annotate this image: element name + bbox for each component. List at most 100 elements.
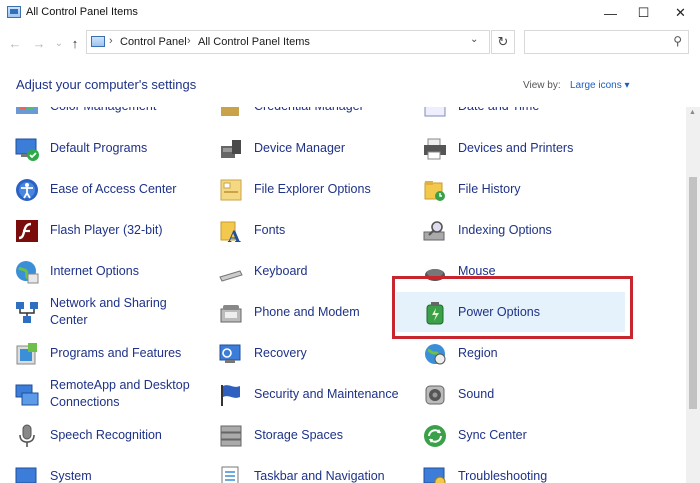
search-icon: ⚲	[673, 34, 682, 48]
item-label: Flash Player (32-bit)	[50, 222, 163, 237]
sync-icon	[424, 425, 446, 447]
item-credential-manager[interactable]: Credential Manager	[204, 107, 400, 126]
device-manager-icon	[221, 140, 241, 158]
item-programs-and-features[interactable]: Programs and Features	[0, 333, 196, 373]
system-icon	[15, 467, 37, 483]
item-label: File History	[458, 181, 521, 196]
item-troubleshooting[interactable]: Troubleshooting	[408, 456, 604, 483]
page-title: Adjust your computer's settings	[16, 77, 197, 92]
breadcrumb-control-panel[interactable]: Control Panel	[120, 36, 187, 48]
item-sync-center[interactable]: Sync Center	[408, 415, 604, 455]
back-button[interactable]: ←	[6, 34, 24, 52]
scroll-up-icon[interactable]: ▲	[689, 109, 696, 116]
item-label: Default Programs	[50, 140, 148, 155]
highlight-annotation	[392, 276, 633, 339]
minimize-button[interactable]: —	[594, 0, 627, 26]
color-management-icon	[16, 107, 38, 114]
breadcrumb-separator: ›	[109, 35, 113, 47]
item-sound[interactable]: Sound	[408, 374, 604, 414]
item-label: Recovery	[254, 345, 307, 360]
item-label: Date and Time	[458, 107, 608, 126]
item-default-programs[interactable]: Default Programs	[0, 128, 196, 168]
address-dropdown-icon[interactable]: ⌄	[470, 34, 478, 45]
item-file-explorer-options[interactable]: File Explorer Options	[204, 169, 400, 209]
default-programs-icon	[15, 138, 39, 161]
item-color-management[interactable]: Color Management	[0, 107, 196, 126]
item-label: RemoteApp and Desktop Connections	[50, 378, 190, 409]
folder-options-icon	[220, 179, 242, 201]
address-bar[interactable]: › Control Panel › All Control Panel Item…	[86, 30, 490, 54]
window-title: All Control Panel Items	[26, 6, 138, 18]
item-flash-player[interactable]: Flash Player (32-bit)	[0, 210, 196, 250]
control-panel-icon	[7, 6, 21, 18]
remoteapp-icon	[15, 384, 39, 406]
item-phone-and-modem[interactable]: Phone and Modem	[204, 292, 400, 332]
item-taskbar-and-navigation[interactable]: Taskbar and Navigation	[204, 456, 400, 483]
refresh-icon: ↻	[497, 34, 509, 49]
file-history-icon	[424, 181, 445, 201]
maximize-button[interactable]: ☐	[627, 0, 660, 26]
breadcrumb-separator: ›	[187, 35, 191, 47]
item-label: Sound	[458, 386, 495, 401]
item-remoteapp-and-desktop-connections[interactable]: RemoteApp and Desktop Connections	[0, 374, 196, 414]
item-label: Troubleshooting	[458, 468, 548, 483]
internet-options-icon	[16, 261, 39, 284]
item-fonts[interactable]: A Fonts	[204, 210, 400, 250]
item-label: Region	[458, 345, 498, 360]
credential-manager-icon	[221, 107, 239, 116]
fonts-icon: A	[220, 221, 241, 244]
item-label: Device Manager	[254, 140, 346, 155]
view-by-dropdown[interactable]: Large icons ▾	[570, 80, 630, 91]
item-indexing-options[interactable]: Indexing Options	[408, 210, 604, 250]
item-label: System	[50, 468, 92, 483]
item-label: Security and Maintenance	[254, 386, 399, 401]
item-label: Phone and Modem	[254, 304, 360, 319]
item-label: Programs and Features	[50, 345, 182, 360]
programs-icon	[16, 343, 37, 365]
item-label: Taskbar and Navigation	[254, 468, 385, 483]
navigation-bar: ← → ⌄ ↑ › Control Panel › All Control Pa…	[0, 26, 700, 60]
item-date-and-time[interactable]: Date and Time	[408, 107, 604, 126]
item-keyboard[interactable]: Keyboard	[204, 251, 400, 291]
item-file-history[interactable]: File History	[408, 169, 604, 209]
printer-icon	[424, 138, 446, 160]
item-label: File Explorer Options	[254, 181, 371, 196]
item-label: Internet Options	[50, 263, 139, 278]
svg-text:A: A	[227, 227, 241, 244]
item-internet-options[interactable]: Internet Options	[0, 251, 196, 291]
ease-of-access-icon	[16, 179, 38, 201]
item-system[interactable]: System	[0, 456, 196, 483]
keyboard-icon	[219, 270, 243, 282]
item-label: Storage Spaces	[254, 427, 343, 442]
item-devices-and-printers[interactable]: Devices and Printers	[408, 128, 604, 168]
forward-button[interactable]: →	[30, 34, 48, 52]
item-speech-recognition[interactable]: Speech Recognition	[0, 415, 196, 455]
item-security-and-maintenance[interactable]: Security and Maintenance	[204, 374, 400, 414]
item-label: Color Management	[50, 107, 200, 126]
item-device-manager[interactable]: Device Manager	[204, 128, 400, 168]
flash-icon	[16, 220, 38, 242]
date-time-icon	[424, 107, 446, 117]
troubleshoot-icon	[423, 467, 446, 483]
item-network-and-sharing-center[interactable]: Network and Sharing Center	[0, 292, 196, 332]
title-bar: All Control Panel Items — ☐ ✕	[0, 0, 700, 26]
item-label: Fonts	[254, 222, 286, 237]
close-button[interactable]: ✕	[664, 0, 697, 26]
up-button[interactable]: ↑	[66, 34, 84, 52]
search-input[interactable]: ⚲	[524, 30, 689, 54]
item-label: Indexing Options	[458, 222, 552, 237]
breadcrumb-all-items[interactable]: All Control Panel Items	[198, 36, 310, 48]
refresh-button[interactable]: ↻	[491, 30, 515, 54]
item-label: Keyboard	[254, 263, 308, 278]
item-label: Devices and Printers	[458, 140, 574, 155]
item-ease-of-access-center[interactable]: Ease of Access Center	[0, 169, 196, 209]
speaker-icon	[425, 385, 445, 405]
item-recovery[interactable]: Recovery	[204, 333, 400, 373]
item-region[interactable]: Region	[408, 333, 604, 373]
taskbar-icon	[221, 466, 239, 483]
scrollbar-thumb[interactable]	[689, 177, 697, 409]
view-by-label: View by:	[523, 80, 561, 91]
item-storage-spaces[interactable]: Storage Spaces	[204, 415, 400, 455]
item-label: Speech Recognition	[50, 427, 162, 442]
vertical-scrollbar[interactable]: ▲	[686, 107, 700, 483]
